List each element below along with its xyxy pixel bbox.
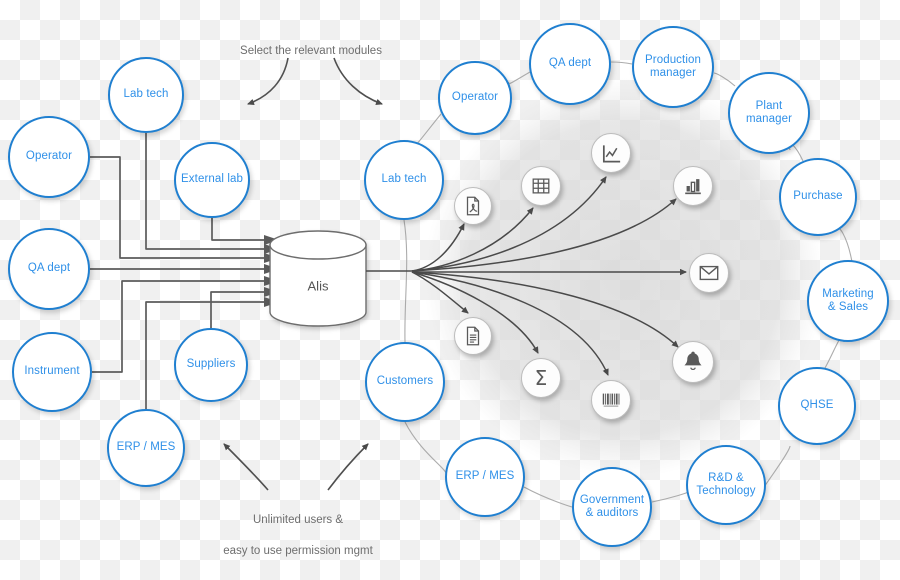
bar-chart-icon[interactable] (673, 166, 713, 206)
bell-icon[interactable] (672, 341, 714, 383)
top-left-annotation-arrow (247, 57, 289, 105)
right-erp-mes-label: ERP / MES (455, 470, 515, 483)
bottom-caption: Unlimited users & easy to use permission… (198, 497, 398, 575)
left-erp-mes-label: ERP / MES (116, 441, 176, 454)
left-lab-tech-label: Lab tech (123, 88, 169, 101)
barcode-icon[interactable] (591, 380, 631, 420)
right-qa-dept-label: QA dept (548, 57, 592, 70)
right-government-label: Government & auditors (579, 493, 645, 519)
bottom-left-annotation-arrow (223, 443, 269, 491)
right-operator-label: Operator (451, 91, 499, 104)
right-production-manager[interactable]: Production manager (632, 26, 714, 108)
right-rd-technology-label: R&D & Technology (696, 471, 756, 497)
right-qa-dept[interactable]: QA dept (529, 23, 611, 105)
right-government[interactable]: Government & auditors (572, 467, 652, 547)
right-qhse-label: QHSE (800, 399, 834, 412)
right-customers[interactable]: Customers (365, 342, 445, 422)
bottom-right-annotation-arrow (327, 443, 369, 491)
left-lab-tech[interactable]: Lab tech (108, 57, 184, 133)
left-suppliers[interactable]: Suppliers (174, 328, 248, 402)
bottom-caption-line2: easy to use permission mgmt (223, 544, 373, 557)
table-grid-icon[interactable] (521, 166, 561, 206)
right-production-manager-label: Production manager (645, 53, 701, 79)
left-external-lab[interactable]: External lab (174, 142, 250, 218)
diagram-canvas: Alis Select the relevant modules Unlimit… (0, 0, 900, 580)
pdf-file-icon[interactable] (454, 187, 492, 225)
right-marketing-sales-label: Marketing & Sales (822, 287, 874, 313)
right-customers-label: Customers (376, 375, 434, 388)
left-qa-dept-label: QA dept (27, 262, 71, 275)
envelope-icon[interactable] (689, 253, 729, 293)
top-caption-text: Select the relevant modules (240, 44, 382, 57)
right-qhse[interactable]: QHSE (778, 367, 856, 445)
right-erp-mes[interactable]: ERP / MES (445, 437, 525, 517)
left-external-lab-label: External lab (181, 173, 243, 186)
right-purchase[interactable]: Purchase (779, 158, 857, 236)
line-chart-icon[interactable] (591, 133, 631, 173)
left-suppliers-label: Suppliers (186, 358, 236, 371)
right-purchase-label: Purchase (793, 190, 843, 203)
top-caption: Select the relevant modules (231, 28, 391, 59)
document-icon[interactable] (454, 317, 492, 355)
svg-text:Σ: Σ (535, 366, 548, 390)
right-rd-technology[interactable]: R&D & Technology (686, 445, 766, 525)
right-plant-manager-label: Plant manager (745, 99, 793, 125)
left-operator-label: Operator (25, 150, 73, 163)
right-lab-tech-label: Lab tech (381, 173, 427, 186)
database-label: Alis (307, 278, 329, 294)
left-qa-dept[interactable]: QA dept (8, 228, 90, 310)
left-operator[interactable]: Operator (8, 116, 90, 198)
left-instrument-label: Instrument (24, 365, 80, 378)
right-operator[interactable]: Operator (438, 61, 512, 135)
left-instrument[interactable]: Instrument (12, 332, 92, 412)
top-right-annotation-arrow (333, 57, 383, 105)
database-label-wrap: Alis (270, 245, 366, 327)
right-lab-tech[interactable]: Lab tech (364, 140, 444, 220)
right-marketing-sales[interactable]: Marketing & Sales (807, 260, 889, 342)
right-plant-manager[interactable]: Plant manager (728, 72, 810, 154)
bottom-caption-line1: Unlimited users & (252, 513, 344, 526)
sigma-sum-icon[interactable]: Σ (521, 358, 561, 398)
left-erp-mes[interactable]: ERP / MES (107, 409, 185, 487)
